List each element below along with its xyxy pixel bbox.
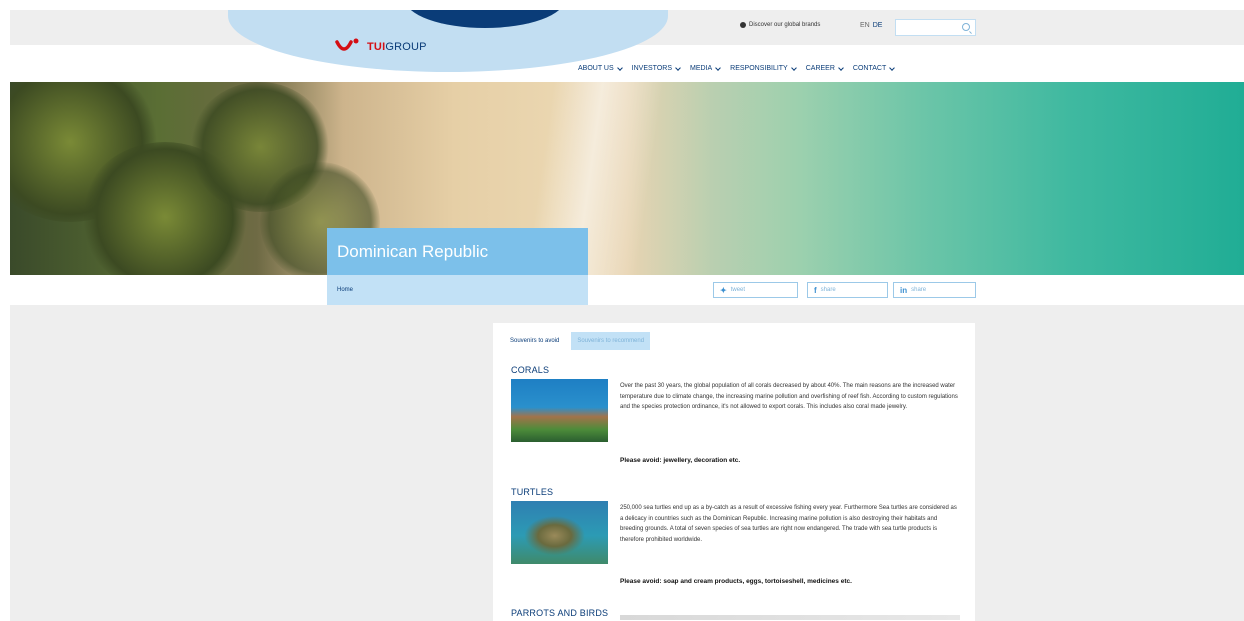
twitter-icon: ✦ [720,285,727,295]
search-icon[interactable] [962,23,970,31]
turtles-avoid-note: Please avoid: soap and cream products, e… [620,578,852,585]
nav-about-us[interactable]: ABOUT US [578,64,623,72]
linkedin-share-label: share [911,287,927,293]
content-card: Souvenirs to avoid Souvenirs to recommen… [493,323,975,621]
search-input[interactable] [895,19,976,36]
chevron-down-icon [675,64,681,71]
tweet-label: tweet [730,287,746,293]
parrots-description-partial [620,615,960,620]
page-title: Dominican Republic [337,242,489,261]
nav-career[interactable]: CAREER [806,64,844,72]
lang-de[interactable]: DE [873,22,883,29]
turtles-image [511,501,608,564]
chevron-down-icon [616,64,623,71]
corals-image [511,379,608,442]
tweet-button[interactable]: ✦ tweet [713,282,798,298]
breadcrumb-row [10,275,1244,305]
discover-brands-label: Discover our global brands [749,22,821,28]
chevron-down-icon [790,64,797,71]
breadcrumb-home-link[interactable]: Home [337,287,353,293]
page-title-box: Dominican Republic [327,228,588,275]
main-navigation: ABOUT US INVESTORS MEDIA RESPONSIBILITY … [578,64,896,72]
discover-brands-link[interactable]: Discover our global brands [740,22,820,28]
chevron-down-icon [889,64,896,71]
nav-contact[interactable]: CONTACT [853,64,896,72]
facebook-icon: f [814,285,817,295]
turtles-description: 250,000 sea turtles end up as a by-catch… [620,505,957,543]
nav-investors[interactable]: INVESTORS [632,64,681,72]
tab-souvenirs-to-avoid[interactable]: Souvenirs to avoid [504,332,565,350]
lang-en[interactable]: EN [860,22,870,29]
main-nav-bar [10,45,1244,82]
hero-beach-image [10,82,1244,275]
nav-media[interactable]: MEDIA [690,64,721,72]
section-title-corals: CORALS [511,365,550,375]
nav-responsibility[interactable]: RESPONSIBILITY [730,64,797,72]
corals-avoid-note: Please avoid: jewellery, decoration etc. [620,457,741,464]
page: TUIGROUP Discover our global brands EN D… [10,10,1244,621]
tui-group-logo[interactable]: TUIGROUP [335,37,427,57]
language-switcher: EN DE [860,22,882,29]
facebook-share-button[interactable]: f share [807,282,888,298]
linkedin-share-button[interactable]: in share [893,282,976,298]
logo-wordmark: TUIGROUP [367,41,427,53]
corals-description: Over the past 30 years, the global popul… [620,383,958,410]
location-pin-icon [740,22,746,28]
breadcrumb: Home [327,275,588,305]
facebook-share-label: share [820,287,836,293]
linkedin-icon: in [900,285,908,295]
section-title-parrots-and-birds: PARROTS AND BIRDS [511,608,609,618]
tui-smile-logo-icon [335,38,359,51]
souvenir-tabs: Souvenirs to avoid Souvenirs to recommen… [504,332,651,350]
chevron-down-icon [838,64,844,71]
chevron-down-icon [715,64,721,71]
tab-souvenirs-to-recommend[interactable]: Souvenirs to recommend [571,332,651,350]
section-title-turtles: TURTLES [511,487,554,497]
